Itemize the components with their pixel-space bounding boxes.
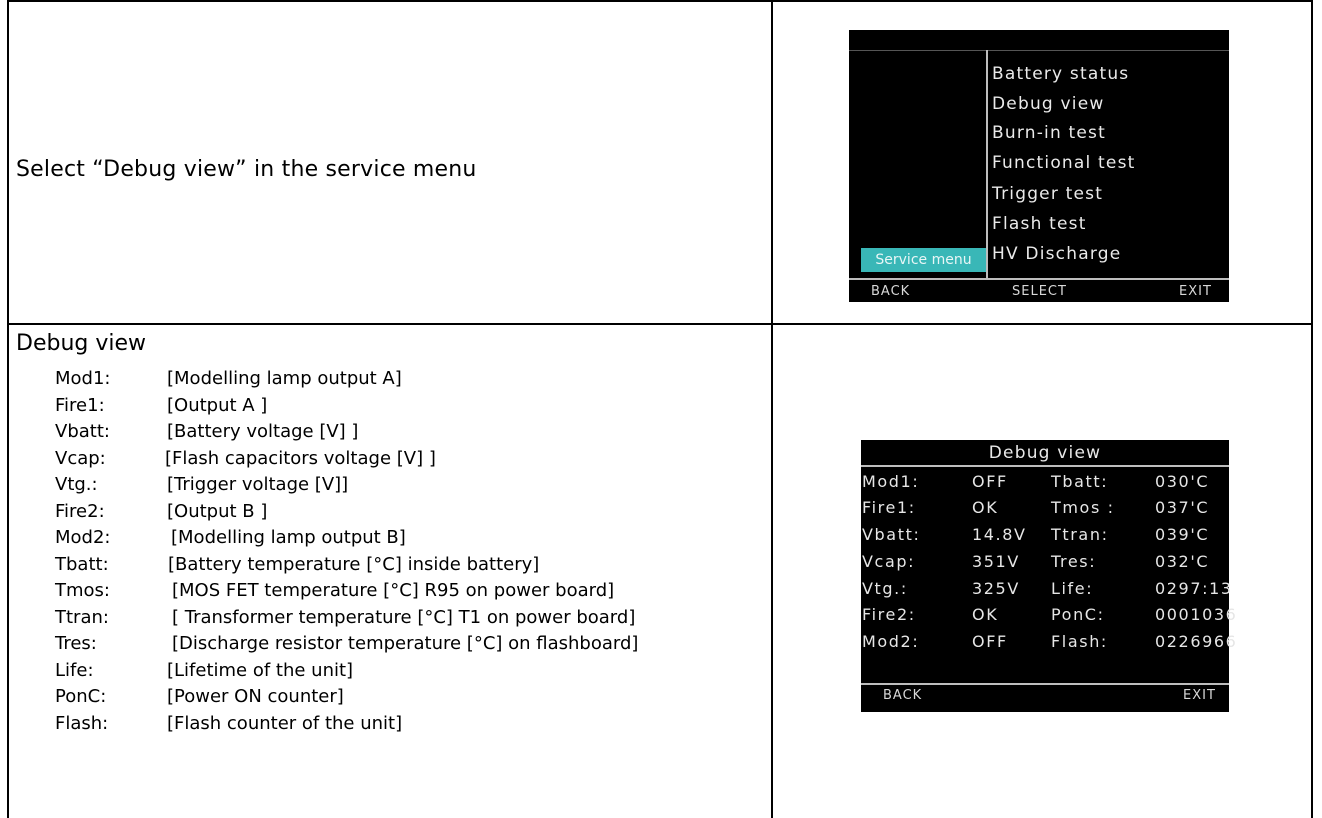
debug-value: OFF bbox=[972, 632, 1008, 651]
definition-desc: [Modelling lamp output A] bbox=[167, 368, 402, 389]
exit-softkey[interactable]: EXIT bbox=[1179, 284, 1212, 299]
debug-value: 037'C bbox=[1155, 498, 1210, 517]
definition-desc: [Discharge resistor temperature [°C] on … bbox=[172, 633, 639, 654]
definition-row: Vbatt: [Battery voltage [V] ] bbox=[55, 421, 775, 448]
definition-key: PonC: bbox=[55, 686, 107, 707]
definition-key: Vbatt: bbox=[55, 421, 110, 442]
screen-top-bar bbox=[849, 30, 1229, 51]
definition-desc: [Modelling lamp output B] bbox=[171, 527, 406, 548]
debug-label: Vtg.: bbox=[862, 579, 908, 598]
debug-label: Fire1: bbox=[862, 498, 916, 517]
definition-row: Mod1: [Modelling lamp output A] bbox=[55, 368, 775, 395]
definition-desc: [MOS FET temperature [°C] R95 on power b… bbox=[172, 580, 615, 601]
definition-key: Tres: bbox=[55, 633, 97, 654]
debug-view-screen: Debug view Mod1: OFF Tbatt: 030'C Fire1:… bbox=[861, 440, 1236, 712]
softkey-divider bbox=[861, 683, 1229, 685]
debug-label: Mod2: bbox=[862, 632, 920, 651]
table-border-left bbox=[7, 0, 9, 818]
definition-key: Fire1: bbox=[55, 394, 105, 416]
table-border-right bbox=[1311, 0, 1313, 818]
table-border-top bbox=[7, 0, 1313, 2]
debug-value: OK bbox=[972, 605, 999, 624]
debug-label: Mod1: bbox=[862, 472, 920, 491]
definition-desc: [ Transformer temperature [°C] T1 on pow… bbox=[172, 606, 636, 628]
debug-label: Tres: bbox=[1051, 552, 1097, 571]
menu-divider bbox=[986, 50, 988, 278]
debug-value: 351V bbox=[972, 552, 1020, 571]
debug-label: Tmos : bbox=[1051, 498, 1115, 517]
definition-desc: [Output A ] bbox=[167, 394, 268, 416]
definition-desc: [Battery voltage [V] ] bbox=[167, 421, 359, 442]
menu-item-burn-in-test[interactable]: Burn-in test bbox=[992, 123, 1106, 143]
debug-label: Vbatt: bbox=[862, 525, 921, 544]
debug-definitions-list: Mod1: [Modelling lamp output A] Fire1: [Ou… bbox=[55, 368, 775, 739]
definition-key: Life: bbox=[55, 659, 94, 681]
definition-row: Tres: [Discharge resistor temperature [°C… bbox=[55, 633, 775, 660]
definition-row: Vcap: [Flash capacitors voltage [V] ] bbox=[55, 448, 775, 475]
definition-desc: [Trigger voltage [V]] bbox=[167, 474, 349, 495]
menu-item-debug-view[interactable]: Debug view bbox=[992, 94, 1104, 114]
definition-row: Flash: [Flash counter of the unit] bbox=[55, 713, 775, 740]
definition-key: Mod2: bbox=[55, 527, 111, 548]
exit-softkey[interactable]: EXIT bbox=[1183, 688, 1216, 703]
definition-desc: [Output B ] bbox=[167, 500, 268, 522]
debug-label: Vcap: bbox=[862, 552, 916, 571]
debug-value: 14.8V bbox=[972, 525, 1027, 544]
debug-label: Flash: bbox=[1051, 632, 1108, 651]
table-row-divider bbox=[7, 323, 1313, 325]
debug-value: OK bbox=[972, 498, 999, 517]
menu-item-flash-test[interactable]: Flash test bbox=[992, 214, 1087, 234]
back-softkey[interactable]: BACK bbox=[883, 688, 922, 703]
instruction-text: Select “Debug view” in the service menu bbox=[16, 157, 477, 182]
debug-value: 0297:13 bbox=[1155, 579, 1233, 598]
definition-desc: [Battery temperature [°C] inside battery… bbox=[168, 553, 540, 575]
definition-key: Ttran: bbox=[55, 606, 109, 628]
definition-desc: [Lifetime of the unit] bbox=[167, 659, 354, 681]
back-softkey[interactable]: BACK bbox=[871, 284, 910, 299]
debug-label: PonC: bbox=[1051, 605, 1105, 624]
definition-row: Tmos: [MOS FET temperature [°C] R95 on po… bbox=[55, 580, 775, 607]
service-menu-screen: Battery status Debug view Burn-in test F… bbox=[849, 30, 1229, 302]
definition-key: Tbatt: bbox=[55, 553, 109, 575]
debug-value: 0226966 bbox=[1155, 632, 1238, 651]
debug-label: Fire2: bbox=[862, 605, 916, 624]
debug-value: 039'C bbox=[1155, 525, 1210, 544]
definition-desc: [Power ON counter] bbox=[167, 686, 344, 707]
debug-value: 032'C bbox=[1155, 552, 1210, 571]
softkey-divider bbox=[849, 278, 1229, 280]
definition-key: Mod1: bbox=[55, 368, 111, 389]
definition-row: Fire1: [Output A ] bbox=[55, 395, 775, 422]
definition-key: Fire2: bbox=[55, 500, 105, 522]
debug-view-heading: Debug view bbox=[16, 331, 147, 356]
definition-row: Tbatt: [Battery temperature [°C] inside b… bbox=[55, 554, 775, 581]
debug-label: Tbatt: bbox=[1051, 472, 1109, 491]
definition-key: Vtg.: bbox=[55, 474, 98, 495]
menu-item-battery-status[interactable]: Battery status bbox=[992, 64, 1129, 84]
debug-label: Life: bbox=[1051, 579, 1094, 598]
debug-value: 030'C bbox=[1155, 472, 1210, 491]
definition-desc: [Flash capacitors voltage [V] ] bbox=[165, 447, 436, 469]
definition-key: Vcap: bbox=[55, 447, 106, 469]
title-divider bbox=[861, 465, 1229, 467]
debug-value: OFF bbox=[972, 472, 1008, 491]
definition-row: Ttran: [ Transformer temperature [°C] T1 … bbox=[55, 607, 775, 634]
debug-screen-title: Debug view bbox=[988, 443, 1102, 463]
definition-row: Fire2: [Output B ] bbox=[55, 501, 775, 528]
definition-row: Vtg.: [Trigger voltage [V]] bbox=[55, 474, 775, 501]
definition-key: Tmos: bbox=[55, 580, 110, 601]
definition-row: Life: [Lifetime of the unit] bbox=[55, 660, 775, 687]
debug-value: 0001036 bbox=[1155, 605, 1238, 624]
menu-item-trigger-test[interactable]: Trigger test bbox=[992, 184, 1103, 204]
service-menu-tag: Service menu bbox=[861, 248, 986, 272]
select-softkey[interactable]: SELECT bbox=[1012, 284, 1067, 299]
definition-row: PonC: [Power ON counter] bbox=[55, 686, 775, 713]
definition-key: Flash: bbox=[55, 712, 109, 734]
debug-label: Ttran: bbox=[1051, 525, 1109, 544]
menu-item-hv-discharge[interactable]: HV Discharge bbox=[992, 244, 1121, 264]
menu-item-functional-test[interactable]: Functional test bbox=[992, 153, 1136, 173]
definition-desc: [Flash counter of the unit] bbox=[167, 712, 403, 734]
definition-row: Mod2: [Modelling lamp output B] bbox=[55, 527, 775, 554]
debug-value: 325V bbox=[972, 579, 1020, 598]
